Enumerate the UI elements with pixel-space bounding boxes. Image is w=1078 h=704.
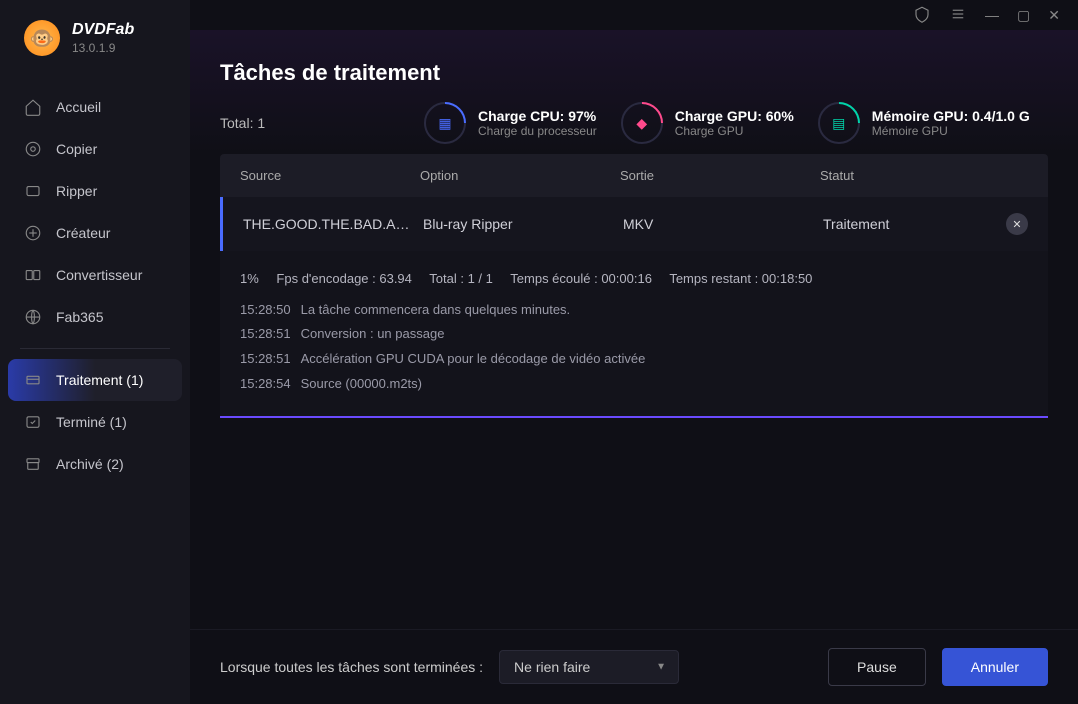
memory-icon: ▤	[832, 115, 845, 132]
gpu-title: Charge GPU: 60%	[675, 108, 794, 124]
col-option: Option	[420, 168, 620, 183]
progress-total: Total : 1 / 1	[429, 271, 493, 286]
sidebar-item-label: Ripper	[56, 183, 97, 199]
gpu-gauge: ◆ Charge GPU: 60% Charge GPU	[621, 102, 794, 144]
main-area: — ▢ ✕ Tâches de traitement Total: 1 ▦ Ch…	[190, 0, 1078, 704]
sidebar-item-creator[interactable]: Créateur	[0, 212, 190, 254]
sidebar-item-label: Fab365	[56, 309, 103, 325]
sidebar: 🐵 DVDFab 13.0.1.9 Accueil Copier Ripper …	[0, 0, 190, 704]
pause-button[interactable]: Pause	[828, 648, 926, 686]
menu-icon[interactable]	[949, 5, 967, 26]
col-source: Source	[240, 168, 420, 183]
after-tasks-label: Lorsque toutes les tâches sont terminées…	[220, 659, 483, 675]
sidebar-item-archived[interactable]: Archivé (2)	[0, 443, 190, 485]
creator-icon	[24, 224, 42, 242]
sidebar-item-processing[interactable]: Traitement (1)	[8, 359, 182, 401]
progress-stats: 1% Fps d'encodage : 63.94 Total : 1 / 1 …	[240, 267, 1028, 292]
footer: Lorsque toutes les tâches sont terminées…	[190, 629, 1078, 704]
sidebar-item-fab365[interactable]: Fab365	[0, 296, 190, 338]
converter-icon	[24, 266, 42, 284]
sidebar-item-finished[interactable]: Terminé (1)	[0, 401, 190, 443]
cpu-title: Charge CPU: 97%	[478, 108, 597, 124]
log-line: 15:28:50La tâche commencera dans quelque…	[240, 298, 1028, 323]
sidebar-item-label: Terminé (1)	[56, 414, 127, 430]
sidebar-item-label: Traitement (1)	[56, 372, 143, 388]
gpu-sub: Charge GPU	[675, 124, 794, 138]
task-log: 1% Fps d'encodage : 63.94 Total : 1 / 1 …	[220, 251, 1048, 418]
page-title: Tâches de traitement	[220, 60, 1048, 86]
sidebar-item-label: Créateur	[56, 225, 110, 241]
task-source: THE.GOOD.THE.BAD.AN…	[243, 216, 423, 232]
progress-elapsed: Temps écoulé : 00:00:16	[510, 271, 652, 286]
copy-icon	[24, 140, 42, 158]
notify-icon[interactable]	[913, 5, 931, 26]
logo-icon: 🐵	[24, 20, 60, 56]
archive-icon	[24, 455, 42, 473]
total-count: Total: 1	[220, 115, 400, 131]
sidebar-item-label: Archivé (2)	[56, 456, 124, 472]
sidebar-item-converter[interactable]: Convertisseur	[0, 254, 190, 296]
processing-icon	[24, 371, 42, 389]
close-window-button[interactable]: ✕	[1048, 7, 1060, 24]
log-line: 15:28:51Accélération GPU CUDA pour le dé…	[240, 347, 1028, 372]
header: Tâches de traitement Total: 1 ▦ Charge C…	[190, 30, 1078, 154]
cpu-sub: Charge du processeur	[478, 124, 597, 138]
app-name: DVDFab	[72, 21, 134, 39]
sidebar-item-home[interactable]: Accueil	[0, 86, 190, 128]
remove-task-button[interactable]: ✕	[1006, 213, 1028, 235]
finished-icon	[24, 413, 42, 431]
cpu-gauge: ▦ Charge CPU: 97% Charge du processeur	[424, 102, 597, 144]
progress-fps: Fps d'encodage : 63.94	[276, 271, 411, 286]
sidebar-item-label: Convertisseur	[56, 267, 142, 283]
col-output: Sortie	[620, 168, 820, 183]
gpu-icon: ◆	[636, 115, 647, 132]
sidebar-item-label: Copier	[56, 141, 97, 157]
task-table: Source Option Sortie Statut THE.GOOD.THE…	[190, 154, 1078, 629]
cpu-icon: ▦	[438, 115, 451, 132]
app-logo: 🐵 DVDFab 13.0.1.9	[0, 20, 190, 86]
home-icon	[24, 98, 42, 116]
task-output: MKV	[623, 216, 823, 232]
mem-sub: Mémoire GPU	[872, 124, 1030, 138]
titlebar: — ▢ ✕	[190, 0, 1078, 30]
chevron-down-icon: ▼	[656, 662, 666, 673]
task-status: Traitement	[823, 216, 988, 232]
nav-separator	[20, 348, 170, 349]
app-version: 13.0.1.9	[72, 41, 134, 55]
task-row[interactable]: THE.GOOD.THE.BAD.AN… Blu-ray Ripper MKV …	[220, 197, 1048, 251]
progress-percent: 1%	[240, 271, 259, 286]
table-header: Source Option Sortie Statut	[220, 154, 1048, 197]
sidebar-item-label: Accueil	[56, 99, 101, 115]
select-value: Ne rien faire	[514, 659, 590, 675]
col-status: Statut	[820, 168, 1028, 183]
mem-title: Mémoire GPU: 0.4/1.0 G	[872, 108, 1030, 124]
cancel-button[interactable]: Annuler	[942, 648, 1048, 686]
after-tasks-select[interactable]: Ne rien faire ▼	[499, 650, 679, 684]
globe-icon	[24, 308, 42, 326]
log-line: 15:28:54Source (00000.m2ts)	[240, 372, 1028, 397]
sidebar-item-ripper[interactable]: Ripper	[0, 170, 190, 212]
log-line: 15:28:51Conversion : un passage	[240, 322, 1028, 347]
ripper-icon	[24, 182, 42, 200]
task-option: Blu-ray Ripper	[423, 216, 623, 232]
minimize-button[interactable]: —	[985, 7, 999, 23]
mem-gauge: ▤ Mémoire GPU: 0.4/1.0 G Mémoire GPU	[818, 102, 1030, 144]
sidebar-item-copy[interactable]: Copier	[0, 128, 190, 170]
progress-remaining: Temps restant : 00:18:50	[669, 271, 812, 286]
maximize-button[interactable]: ▢	[1017, 7, 1030, 24]
